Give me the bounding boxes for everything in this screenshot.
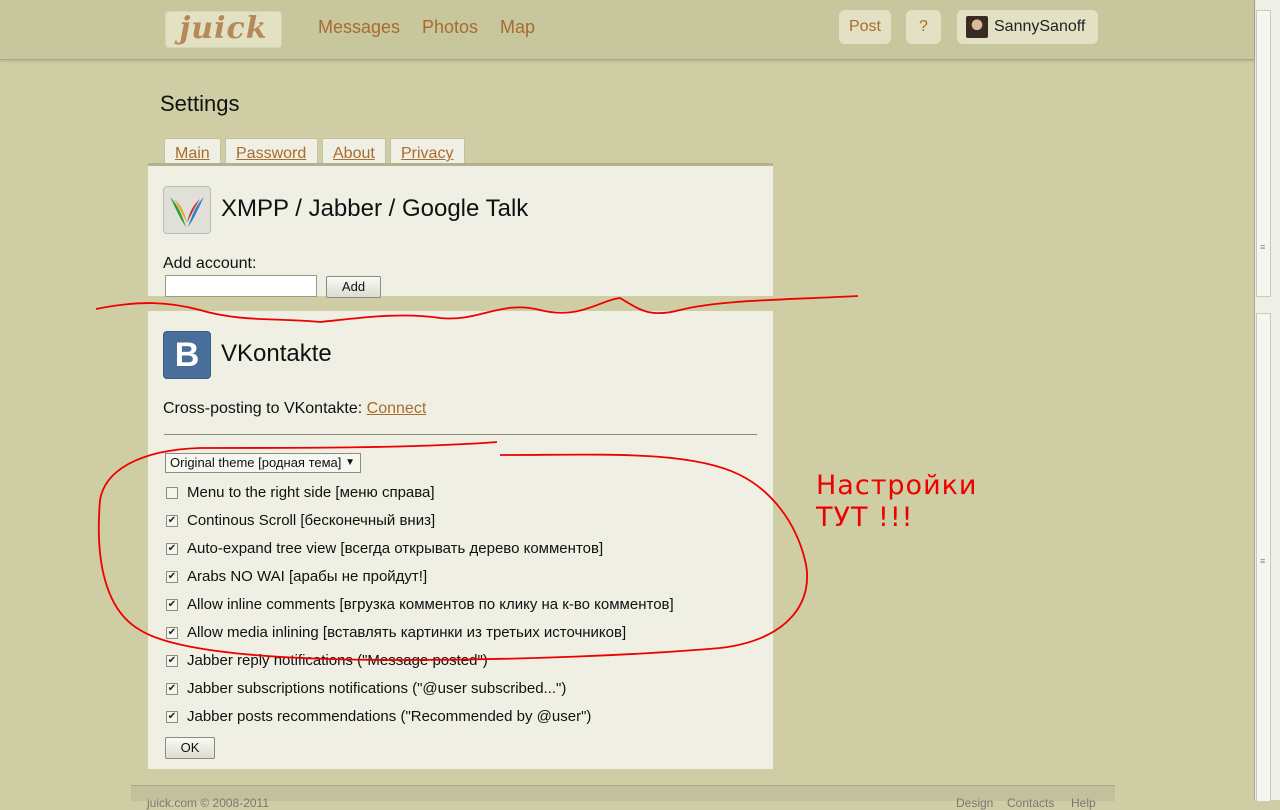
tab-about[interactable]: About [322,138,386,165]
tab-main[interactable]: Main [164,138,221,165]
scrollbar-thumb-upper[interactable] [1256,10,1271,297]
nav-map[interactable]: Map [500,17,535,38]
vk-crosspost-label: Cross-posting to VKontakte: [163,400,363,417]
top-header: juick Messages Photos Map Post ? SannySa… [0,0,1254,60]
section-divider [164,434,757,435]
avatar [966,16,988,38]
option-label: Allow inline comments [вгрузка комментов… [187,596,674,613]
option-checkbox[interactable]: ✔ [166,655,178,667]
help-button[interactable]: ? [906,10,941,44]
option-checkbox[interactable]: ✔ [166,543,178,555]
option-label: Continous Scroll [бесконечный вниз] [187,512,436,529]
option-label: Jabber subscriptions notifications ("@us… [187,680,567,697]
option-checkbox[interactable] [166,487,178,499]
footer-link-design[interactable]: Design [956,796,993,810]
footer: juick.com © 2008-2011 Design Contacts He… [131,785,1115,810]
annotation-line1: Настройки [816,470,978,501]
option-checkbox[interactable]: ✔ [166,571,178,583]
option-checkbox[interactable]: ✔ [166,683,178,695]
footer-link-contacts[interactable]: Contacts [1007,796,1054,810]
user-menu-button[interactable]: SannySanoff [957,10,1098,44]
add-account-button[interactable]: Add [326,276,381,298]
vk-connect-link[interactable]: Connect [367,400,427,417]
option-label: Jabber reply notifications ("Message pos… [187,652,488,669]
annotation-note: Настройки ТУТ !!! [816,470,977,534]
option-checkbox[interactable]: ✔ [166,515,178,527]
option-label: Arabs NO WAI [арабы не пройдут!] [187,568,428,585]
vkontakte-icon: B [163,331,211,379]
theme-select-value: Original theme [родная тема] [170,455,342,470]
jabber-account-input[interactable] [165,275,317,297]
tab-privacy[interactable]: Privacy [390,138,465,165]
dropdown-arrow-icon: ▼ [345,457,355,468]
add-account-label: Add account: [163,255,257,272]
xmpp-title: XMPP / Jabber / Google Talk [221,195,529,222]
option-label: Menu to the right side [меню справа] [187,484,435,501]
footer-copyright: juick.com © 2008-2011 [147,796,270,810]
option-checkbox[interactable]: ✔ [166,627,178,639]
option-label: Jabber posts recommendations ("Recommend… [187,708,592,725]
option-label: Auto-expand tree view [всегда открывать … [187,540,604,557]
option-label: Allow media inlining [вставлять картинки… [187,624,627,641]
footer-link-help[interactable]: Help [1071,796,1096,810]
vk-crosspost-row: Cross-posting to VKontakte: Connect [163,400,426,418]
scrollbar-grip-icon: ≡ [1260,556,1266,566]
nav-photos[interactable]: Photos [422,17,478,38]
ok-button[interactable]: OK [165,737,215,759]
nav-messages[interactable]: Messages [318,17,400,38]
vertical-scrollbar[interactable]: ≡ ≡ [1255,0,1280,802]
option-checkbox[interactable]: ✔ [166,711,178,723]
post-button[interactable]: Post [839,10,891,44]
theme-select[interactable]: Original theme [родная тема] ▼ [165,453,361,473]
page-title: Settings [160,91,240,116]
scrollbar-grip-icon: ≡ [1260,242,1266,252]
username: SannySanoff [994,18,1086,35]
xmpp-icon [163,186,211,234]
tab-password[interactable]: Password [225,138,318,165]
vk-title: VKontakte [221,340,332,367]
option-checkbox[interactable]: ✔ [166,599,178,611]
annotation-line2: ТУТ !!! [816,502,914,533]
juick-logo[interactable]: juick [165,11,282,48]
